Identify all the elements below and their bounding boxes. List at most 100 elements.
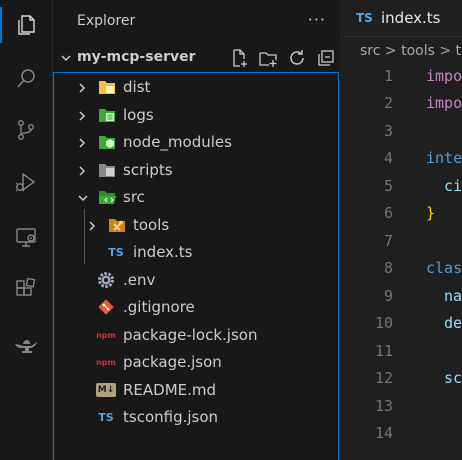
- chevron-down-icon: [78, 195, 88, 202]
- editor-area: TS index.ts src > tools > t 1 2 3 4 5 6 …: [340, 0, 462, 460]
- tree-item-tools[interactable]: tools: [54, 212, 339, 239]
- code-line: na: [444, 287, 462, 305]
- breadcrumb-item-file[interactable]: t: [456, 43, 462, 59]
- line-number: 9: [383, 287, 393, 305]
- chevron-right-icon: [79, 166, 86, 176]
- folder-src-icon: [98, 188, 116, 206]
- code-line: clas: [426, 259, 462, 277]
- breadcrumb-separator: >: [384, 43, 397, 59]
- tree-item-label: .env: [123, 271, 156, 289]
- line-number: 6: [383, 204, 393, 222]
- tree-item-src[interactable]: src: [54, 184, 339, 211]
- tree-item-tsconfig-json[interactable]: TS tsconfig.json: [54, 404, 339, 431]
- line-number: 14: [374, 424, 393, 442]
- activity-bar: [0, 0, 53, 460]
- chevron-right-icon: [79, 83, 86, 93]
- source-control-activity-button[interactable]: [0, 108, 52, 152]
- tree-item-label: package.json: [123, 353, 222, 371]
- run-debug-icon: [15, 172, 36, 192]
- gear-icon: [97, 271, 115, 289]
- explorer-activity-button[interactable]: [0, 3, 52, 47]
- search-icon: [17, 69, 35, 88]
- markdown-icon: M↓: [96, 383, 116, 397]
- tree-item-gitignore[interactable]: .gitignore: [54, 294, 339, 321]
- folder-dist-icon: [98, 78, 116, 96]
- tree-item-label: tools: [133, 216, 170, 234]
- refresh-icon[interactable]: [287, 48, 307, 68]
- git-icon: [97, 298, 115, 316]
- tree-item-readme-md[interactable]: M↓ README.md: [54, 377, 339, 404]
- copilot-activity-button[interactable]: [0, 320, 52, 364]
- tree-item-label: index.ts: [133, 243, 193, 261]
- tree-item-scripts[interactable]: scripts: [54, 157, 339, 184]
- folder-logs-icon: [98, 106, 116, 124]
- files-icon: [18, 15, 35, 35]
- root-actions: [229, 48, 336, 68]
- chevron-right-icon: [79, 111, 86, 121]
- chevron-down-icon: [61, 55, 71, 62]
- code-line: }: [426, 204, 436, 222]
- search-activity-button[interactable]: [0, 57, 52, 101]
- line-number: 3: [383, 122, 393, 140]
- tab-label: index.ts: [381, 9, 441, 27]
- tree-item-env[interactable]: .env: [54, 267, 339, 294]
- tree-item-label: node_modules: [123, 133, 232, 151]
- tree-item-package-json[interactable]: npm package.json: [54, 349, 339, 376]
- chevron-right-icon: [79, 138, 86, 148]
- folder-scripts-icon: [98, 161, 116, 179]
- typescript-icon: TS: [356, 11, 373, 25]
- code-editor[interactable]: 1 2 3 4 5 6 7 8 9 10 11 12 13 14 impo im…: [340, 64, 462, 460]
- new-file-icon[interactable]: [229, 48, 249, 68]
- line-number: 2: [383, 94, 393, 112]
- tree-item-label: src: [123, 188, 145, 206]
- tree-item-label: README.md: [123, 381, 217, 399]
- tree-item-node-modules[interactable]: node_modules: [54, 129, 339, 156]
- line-number: 13: [374, 397, 393, 415]
- tree-item-label: logs: [123, 106, 154, 124]
- folder-node-icon: [98, 133, 116, 151]
- tsconfig-icon: TS: [98, 410, 114, 424]
- breadcrumb-item-src[interactable]: src: [360, 43, 380, 59]
- code-line: impo: [426, 67, 462, 85]
- tree-item-package-lock-json[interactable]: npm package-lock.json: [54, 322, 339, 349]
- tree-item-index-ts[interactable]: TS index.ts: [54, 239, 339, 266]
- code-line: inte: [426, 149, 462, 167]
- extensions-activity-button[interactable]: [0, 267, 52, 311]
- sidebar-title: Explorer: [77, 13, 136, 29]
- tree-item-logs[interactable]: logs: [54, 102, 339, 129]
- chevron-right-icon: [89, 221, 96, 231]
- code-line: impo: [426, 94, 462, 112]
- breadcrumb-item-tools[interactable]: tools: [401, 43, 435, 59]
- line-number: 10: [374, 314, 393, 332]
- breadcrumb: src > tools > t: [360, 43, 461, 59]
- line-number: 5: [383, 177, 393, 195]
- line-number: 1: [383, 67, 393, 85]
- line-number: 12: [374, 369, 393, 387]
- npm-icon: npm: [96, 357, 116, 367]
- remote-explorer-activity-button[interactable]: [0, 215, 52, 259]
- breadcrumb-separator: >: [439, 43, 452, 59]
- npm-icon: npm: [96, 330, 116, 340]
- tree-item-label: .gitignore: [123, 298, 195, 316]
- new-folder-icon[interactable]: [258, 48, 278, 68]
- extensions-icon: [16, 277, 36, 296]
- workspace-root-row[interactable]: my-mcp-server: [53, 44, 340, 72]
- explorer-sidebar: Explorer ··· my-mcp-server dist logs nod…: [53, 0, 340, 460]
- code-line: ci: [444, 177, 462, 195]
- tree-item-dist[interactable]: dist: [54, 74, 339, 101]
- collapse-all-icon[interactable]: [316, 48, 336, 68]
- remote-explorer-icon: [16, 228, 36, 247]
- lamp-icon: [15, 340, 37, 353]
- more-actions-button[interactable]: ···: [308, 10, 326, 29]
- line-number: 8: [383, 259, 393, 277]
- tree-item-label: scripts: [123, 161, 173, 179]
- typescript-icon: TS: [108, 245, 124, 259]
- tab-bar: TS index.ts: [340, 0, 462, 37]
- run-debug-activity-button[interactable]: [0, 160, 52, 204]
- workspace-root-label: my-mcp-server: [77, 49, 196, 65]
- tree-item-label: tsconfig.json: [123, 408, 219, 426]
- tree-item-label: package-lock.json: [123, 326, 258, 344]
- tab-index-ts[interactable]: TS index.ts: [340, 0, 462, 36]
- source-control-icon: [17, 120, 34, 141]
- code-line: sc: [444, 369, 462, 387]
